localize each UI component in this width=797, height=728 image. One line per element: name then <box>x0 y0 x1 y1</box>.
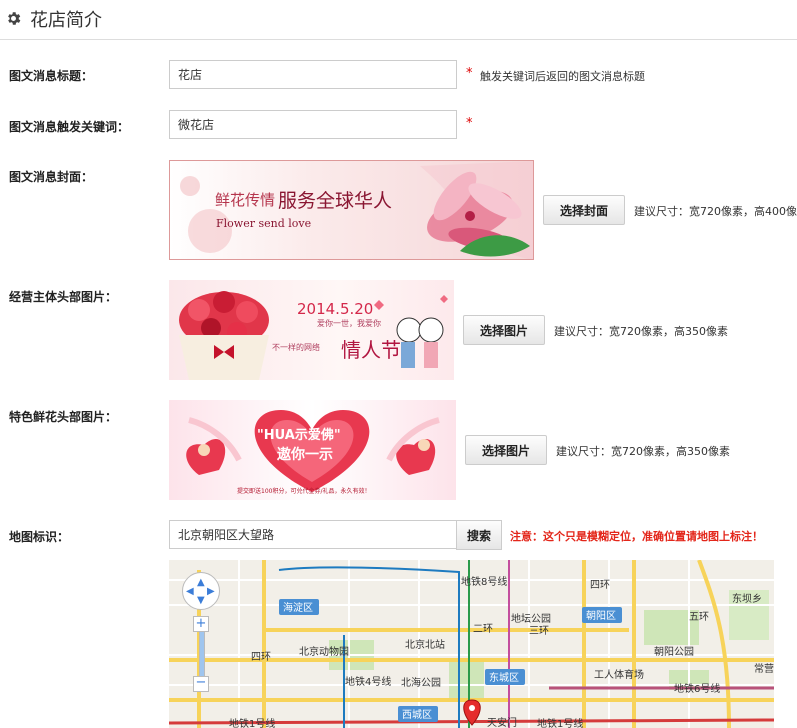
page-title: 花店简介 <box>30 10 102 31</box>
label-beihai: 北海公园 <box>401 676 441 689</box>
label-zoo: 北京动物园 <box>299 645 349 658</box>
label-line6: 地铁6号线 <box>674 682 720 695</box>
map-pan-control[interactable]: ▲ ▼ ◀ ▶ <box>182 572 220 610</box>
label-ditan: 地坛公园 <box>511 612 551 625</box>
header-small: 不一样的网络 <box>272 343 320 352</box>
choose-header-image-button[interactable]: 选择图片 <box>463 315 545 345</box>
label-beijing-north: 北京北站 <box>405 638 445 651</box>
label-sanhuan: 三环 <box>529 626 549 637</box>
keyword-input[interactable] <box>169 110 457 139</box>
map-view[interactable]: 海淀区 朝阳区 东城区 西城区 地坛公园 北京北站 北京动物园 北海公园 朝阳公… <box>169 560 774 728</box>
feature-image: "HUA示爱佛" 遨你一示 提交即送100积分，可兑代金券/礼品，永久有效！ <box>169 400 456 500</box>
cover-text-3: Flower send love <box>216 217 312 230</box>
label-sihuan: 四环 <box>590 580 610 591</box>
label-dongcheng: 东城区 <box>489 671 519 684</box>
header-big: 情人节 <box>341 338 401 362</box>
label-line1-west: 地铁1号线 <box>229 717 275 728</box>
header-sub: 爱你一世，我爱你 <box>317 319 381 328</box>
feature-note: 提交即送100积分，可兑代金券/礼品，永久有效！ <box>237 488 371 495</box>
label-stadium: 工人体育场 <box>594 668 644 681</box>
required-mark: * <box>466 116 473 131</box>
header-date: 2014.5.20 <box>297 300 374 318</box>
feature-image-label: 特色鲜花头部图片： <box>9 410 118 424</box>
pan-down-icon[interactable]: ▼ <box>197 595 205 606</box>
pan-up-icon[interactable]: ▲ <box>197 577 205 588</box>
pan-left-icon[interactable]: ◀ <box>186 586 194 597</box>
header-image-label: 经营主体头部图片： <box>9 290 118 304</box>
feature-image-hint: 建议尺寸：宽720像素，高350像素 <box>556 445 730 458</box>
label-haidian: 海淀区 <box>283 601 313 614</box>
label-dongba: 东坝乡 <box>732 592 762 605</box>
pan-right-icon[interactable]: ▶ <box>207 586 215 597</box>
label-line1-east: 地铁1号线 <box>537 717 583 728</box>
cover-text-1: 鲜花传情 <box>215 191 276 209</box>
label-chaoyang: 朝阳区 <box>586 610 616 622</box>
label-sihuan-west: 四环 <box>251 652 271 663</box>
choose-feature-image-button[interactable]: 选择图片 <box>465 435 547 465</box>
gear-icon <box>8 12 21 25</box>
header-image-hint: 建议尺寸：宽720像素，高350像素 <box>554 325 728 338</box>
zoom-out-button[interactable]: − <box>193 676 209 692</box>
cover-label: 图文消息封面： <box>9 170 94 184</box>
feature-main-1: "HUA示爱佛" <box>257 428 341 443</box>
label-chaoyang-park: 朝阳公园 <box>654 646 694 658</box>
zoom-slider[interactable] <box>199 632 205 676</box>
map-warning: 注意：这个只是模糊定位，准确位置请地图上标注！ <box>510 530 763 543</box>
title-input[interactable] <box>169 60 457 89</box>
label-wuhuan: 五环 <box>689 612 709 623</box>
cover-hint: 建议尺寸：宽720像素，高400像素 <box>634 205 797 218</box>
choose-cover-button[interactable]: 选择封面 <box>543 195 625 225</box>
required-mark: * <box>466 66 473 81</box>
map-label: 地图标识： <box>9 530 70 544</box>
feature-main-2: 遨你一示 <box>277 447 333 463</box>
page-header: 花店简介 <box>0 0 797 40</box>
title-hint: 触发关键词后返回的图文消息标题 <box>480 70 645 83</box>
label-line8: 地铁8号线 <box>461 575 507 588</box>
keyword-label: 图文消息触发关键词： <box>9 120 130 134</box>
label-xicheng: 西城区 <box>402 709 432 721</box>
header-image: 2014.5.20 爱你一世，我爱你 不一样的网络 情人节 <box>169 280 454 380</box>
map-address-input[interactable] <box>169 520 457 549</box>
title-label: 图文消息标题： <box>9 69 94 83</box>
label-changying: 常营 <box>754 662 774 675</box>
label-erhuan: 二环 <box>473 624 493 635</box>
cover-text-2: 服务全球华人 <box>278 190 393 212</box>
cover-image: 鲜花传情 服务全球华人 Flower send love <box>169 160 534 260</box>
label-line4: 地铁4号线 <box>345 675 391 688</box>
map-labels: 海淀区 朝阳区 东城区 西城区 地坛公园 北京北站 北京动物园 北海公园 朝阳公… <box>229 575 774 728</box>
label-tiananmen: 天安门 <box>487 716 517 728</box>
search-button[interactable]: 搜索 <box>456 520 502 550</box>
zoom-in-button[interactable]: + <box>193 616 209 632</box>
